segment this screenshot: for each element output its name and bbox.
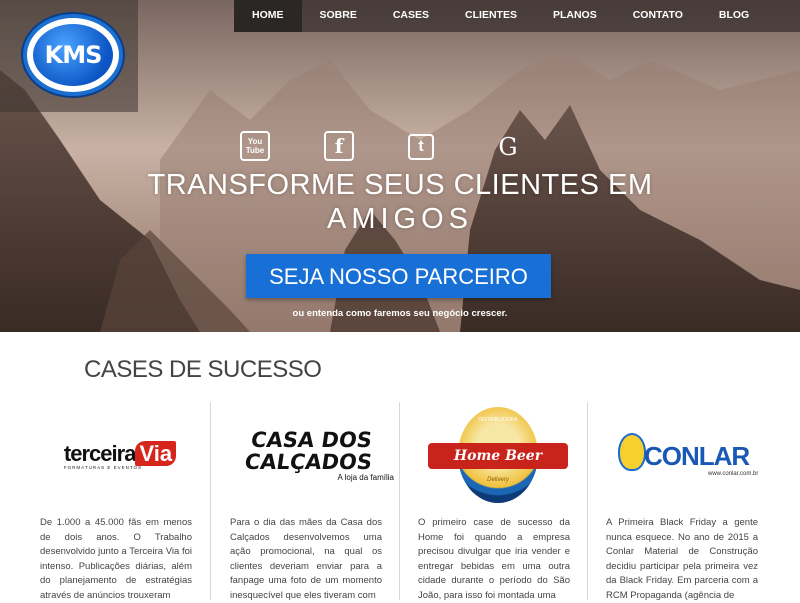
case-card-casa-dos-calcados: CASA DOS CALÇADOS A loja da família Para… (220, 400, 400, 601)
case-text: O primeiro case de sucesso da Home foi q… (418, 517, 570, 601)
google-plus-icon[interactable]: G (492, 131, 524, 163)
lightbulb-mascot-icon (618, 433, 646, 471)
youtube-icon[interactable]: You Tube (240, 131, 270, 161)
case-card-conlar: CONLAR www.conlar.com.br A Primeira Blac… (596, 400, 776, 601)
nav-item-blog[interactable]: BLOG (701, 0, 767, 32)
case-card-home-beer: DISTRIBUIDORA Home Beer Delivery O prime… (408, 400, 588, 601)
conlar-logo[interactable]: CONLAR www.conlar.com.br (596, 400, 776, 510)
home-beer-logo[interactable]: DISTRIBUIDORA Home Beer Delivery (408, 400, 588, 510)
twitter-icon[interactable]: t (408, 134, 434, 160)
case-text: De 1.000 a 45.000 fãs em menos de dois a… (40, 517, 192, 601)
nav-item-contato[interactable]: CONTATO (615, 0, 701, 32)
case-text: Para o dia das mães da Casa dos Calçados… (230, 517, 382, 601)
brand-logo[interactable]: KMS (27, 18, 119, 92)
cases-grid: terceira Via FORMATURAS E EVENTOS De 1.00… (30, 400, 800, 601)
hero-subtext-link[interactable]: ou entenda como faremos seu negócio cres… (0, 308, 800, 319)
case-card-terceira-via: terceira Via FORMATURAS E EVENTOS De 1.00… (30, 400, 210, 601)
casa-dos-calcados-logo[interactable]: CASA DOS CALÇADOS A loja da família (220, 400, 400, 510)
partner-cta-button[interactable]: SEJA NOSSO PARCEIRO (246, 254, 551, 298)
column-divider (587, 402, 588, 600)
nav-item-cases[interactable]: CASES (375, 0, 447, 32)
social-links: You Tube f t G (236, 131, 536, 165)
main-nav: HOME SOBRE CASES CLIENTES PLANOS CONTATO… (234, 0, 800, 32)
logo-panel: KMS (0, 0, 138, 112)
nav-item-sobre[interactable]: SOBRE (302, 0, 375, 32)
nav-item-planos[interactable]: PLANOS (535, 0, 615, 32)
headline-line2: AMIGOS (326, 203, 473, 235)
hero-headline: TRANSFORME SEUS CLIENTES EM AMIGOS (0, 168, 800, 236)
nav-item-home[interactable]: HOME (234, 0, 302, 32)
nav-item-clientes[interactable]: CLIENTES (447, 0, 535, 32)
logo-text: KMS (44, 41, 103, 69)
terceira-via-logo[interactable]: terceira Via FORMATURAS E EVENTOS (30, 400, 210, 510)
facebook-icon[interactable]: f (324, 131, 354, 161)
column-divider (210, 402, 211, 600)
hero-banner: KMS HOME SOBRE CASES CLIENTES PLANOS CON… (0, 0, 800, 332)
headline-line1: TRANSFORME SEUS CLIENTES EM (147, 169, 653, 201)
cases-section-title: CASES DE SUCESSO (84, 356, 322, 383)
column-divider (399, 402, 400, 600)
case-text: A Primeira Black Friday a gente nunca es… (606, 517, 758, 601)
